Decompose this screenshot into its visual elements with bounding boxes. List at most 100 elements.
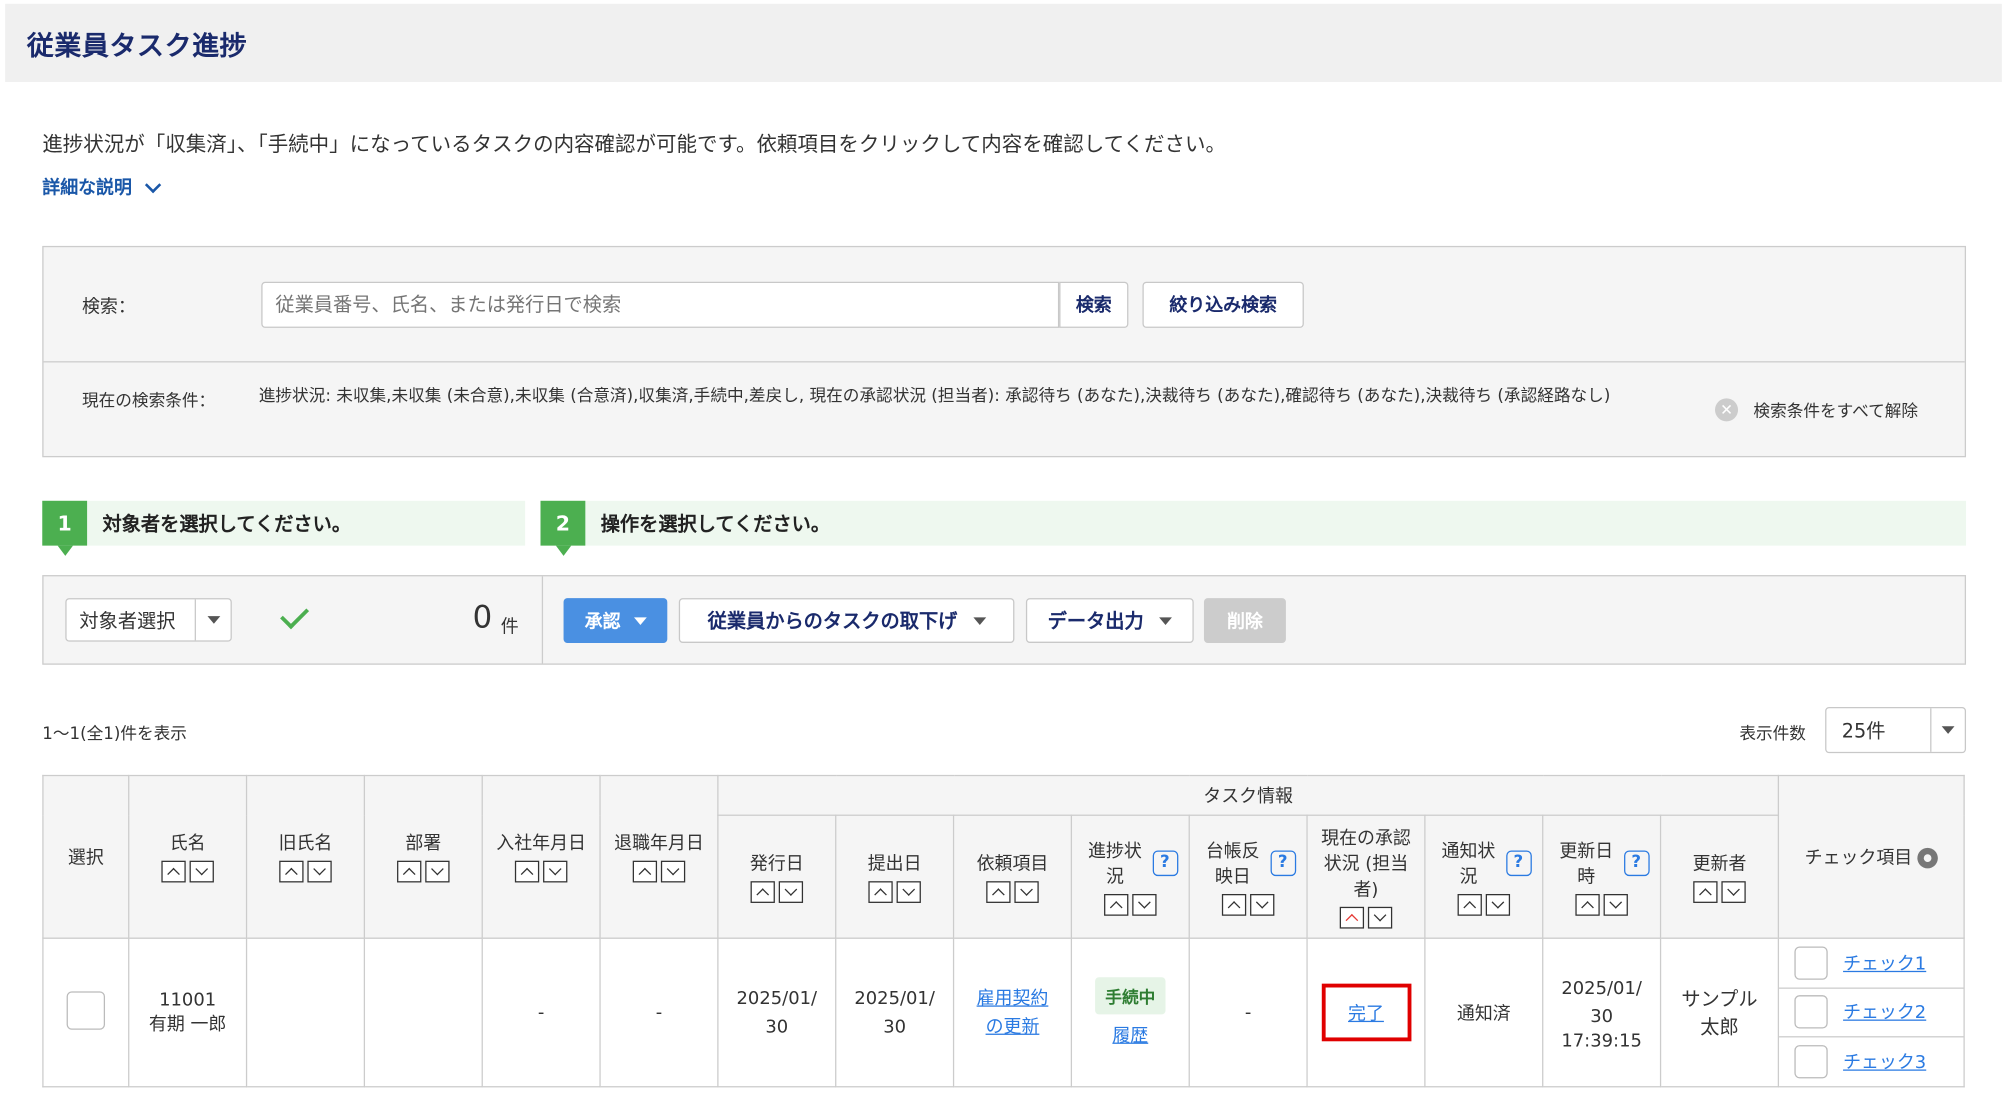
dropdown-arrow-icon[interactable] [1929, 708, 1965, 752]
sort-asc-icon[interactable] [397, 860, 422, 883]
sort-buttons[interactable] [397, 860, 450, 883]
chevron-down-icon [144, 176, 162, 193]
sort-asc-icon[interactable] [514, 860, 540, 883]
sort-buttons[interactable] [986, 880, 1039, 903]
cell-notify-status: 通知済 [1424, 937, 1544, 1088]
target-select-dropdown[interactable]: 対象者選択 [65, 598, 232, 642]
approval-status-link[interactable]: 完了 [1348, 1000, 1384, 1026]
col-dept: 部署 [363, 774, 483, 939]
check-item-checkbox[interactable] [1794, 1044, 1828, 1078]
detail-link[interactable]: 詳細な説明 [42, 174, 162, 200]
check-item-link[interactable]: チェック2 [1843, 999, 1926, 1025]
approve-label[interactable]: 承認 [585, 608, 621, 634]
search-button[interactable]: 検索 [1059, 281, 1129, 328]
sort-asc-icon[interactable] [1575, 893, 1600, 916]
caret-down-icon[interactable] [633, 616, 647, 625]
sort-desc-icon[interactable] [896, 880, 921, 903]
export-label[interactable]: データ出力 [1048, 607, 1144, 634]
help-icon[interactable]: ? [1152, 849, 1178, 876]
col-select: 選択 [42, 774, 130, 939]
detail-link-label[interactable]: 詳細な説明 [42, 174, 132, 200]
sort-buttons[interactable] [632, 860, 686, 883]
request-item-link[interactable]: 雇用契約の更新 [971, 984, 1053, 1040]
clear-conditions-label[interactable]: 検索条件をすべて解除 [1753, 397, 1918, 421]
target-select-label[interactable]: 対象者選択 [67, 606, 195, 633]
cell-join-date: - [481, 937, 601, 1088]
sort-desc-icon[interactable] [1603, 893, 1628, 916]
per-page-label: 表示件数 [1739, 724, 1806, 745]
sort-asc-icon[interactable] [1457, 893, 1482, 916]
sort-buttons[interactable] [279, 860, 332, 883]
check-item-checkbox[interactable] [1794, 946, 1828, 980]
sort-desc-icon[interactable] [543, 860, 568, 883]
cell-ledger-date: - [1188, 937, 1308, 1088]
sort-desc-icon[interactable] [1250, 893, 1275, 916]
col-group-task-info: タスク情報 [717, 774, 1780, 816]
check-item-checkbox[interactable] [1794, 995, 1828, 1029]
close-icon[interactable]: ✕ [1714, 397, 1739, 421]
cell-old-name [245, 937, 366, 1088]
check-item-link[interactable]: チェック1 [1843, 950, 1926, 976]
sort-asc-icon[interactable] [1339, 906, 1365, 928]
result-count-text: 1〜1(全1)件を表示 [42, 724, 187, 745]
sort-asc-icon[interactable] [161, 860, 186, 883]
dropdown-arrow-icon[interactable] [194, 599, 231, 641]
search-input[interactable] [261, 281, 1060, 328]
export-button[interactable]: データ出力 [1025, 598, 1194, 643]
withdraw-label[interactable]: 従業員からのタスクの取下げ [708, 607, 958, 634]
sort-asc-icon[interactable] [1693, 880, 1718, 903]
sort-asc-icon[interactable] [868, 880, 893, 903]
sort-asc-icon[interactable] [279, 860, 304, 883]
sort-buttons[interactable] [1457, 893, 1511, 916]
sort-buttons[interactable] [514, 860, 568, 883]
step-text: 対象者を選択してください。 [102, 512, 352, 536]
sort-desc-icon[interactable] [1721, 880, 1746, 903]
gear-icon[interactable] [1917, 847, 1938, 869]
sort-buttons[interactable] [161, 860, 214, 883]
sort-asc-icon[interactable] [1221, 893, 1247, 916]
sort-desc-icon[interactable] [425, 860, 450, 883]
approve-button[interactable]: 承認 [563, 598, 668, 643]
per-page-value[interactable]: 25件 [1826, 717, 1929, 744]
search-label: 検索： [81, 297, 136, 318]
caret-down-icon[interactable] [972, 616, 986, 625]
sort-asc-icon[interactable] [1104, 893, 1129, 916]
check-item-link[interactable]: チェック3 [1843, 1048, 1926, 1074]
cell-name: 11001 有期 一郎 [128, 937, 248, 1088]
sort-buttons[interactable] [868, 880, 921, 903]
action-panel: 対象者選択 0 件 承認 従業員からのタスクの取下げ データ出力 削除 [42, 575, 1967, 665]
row-checkbox[interactable] [66, 990, 106, 1030]
sort-buttons[interactable] [750, 880, 804, 903]
sort-desc-icon[interactable] [1014, 880, 1039, 903]
sort-asc-icon[interactable] [750, 880, 775, 903]
sort-desc-icon[interactable] [189, 860, 214, 883]
caret-down-icon[interactable] [1159, 616, 1172, 625]
filter-search-button[interactable]: 絞り込み検索 [1142, 281, 1304, 328]
withdraw-task-button[interactable]: 従業員からのタスクの取下げ [678, 598, 1015, 643]
sort-asc-icon[interactable] [986, 880, 1011, 903]
sort-desc-icon[interactable] [1367, 906, 1393, 928]
sort-desc-icon[interactable] [1132, 893, 1157, 916]
sort-desc-icon[interactable] [660, 860, 686, 883]
sort-buttons[interactable] [1693, 880, 1746, 903]
delete-button[interactable]: 削除 [1203, 598, 1286, 643]
status-badge: 手続中 [1095, 977, 1166, 1015]
sort-desc-icon[interactable] [1485, 893, 1511, 916]
check-item: チェック3 [1779, 1037, 1963, 1086]
per-page-select[interactable]: 25件 [1825, 707, 1967, 754]
clear-conditions-button[interactable]: ✕ 検索条件をすべて解除 [1714, 397, 1918, 421]
col-updated-at: 更新日時? [1542, 814, 1662, 939]
sort-buttons[interactable] [1221, 893, 1275, 916]
sort-buttons[interactable] [1339, 906, 1393, 928]
sort-desc-icon[interactable] [778, 880, 804, 903]
sort-buttons[interactable] [1575, 893, 1628, 916]
sort-buttons[interactable] [1104, 893, 1157, 916]
sort-desc-icon[interactable] [307, 860, 332, 883]
help-icon[interactable]: ? [1505, 849, 1532, 876]
help-icon[interactable]: ? [1623, 849, 1650, 876]
col-notify-status: 通知状況? [1424, 814, 1544, 939]
col-progress: 進捗状況? [1070, 814, 1190, 939]
sort-asc-icon[interactable] [632, 860, 658, 883]
help-icon[interactable]: ? [1269, 849, 1296, 876]
history-link[interactable]: 履歴 [1112, 1026, 1148, 1046]
